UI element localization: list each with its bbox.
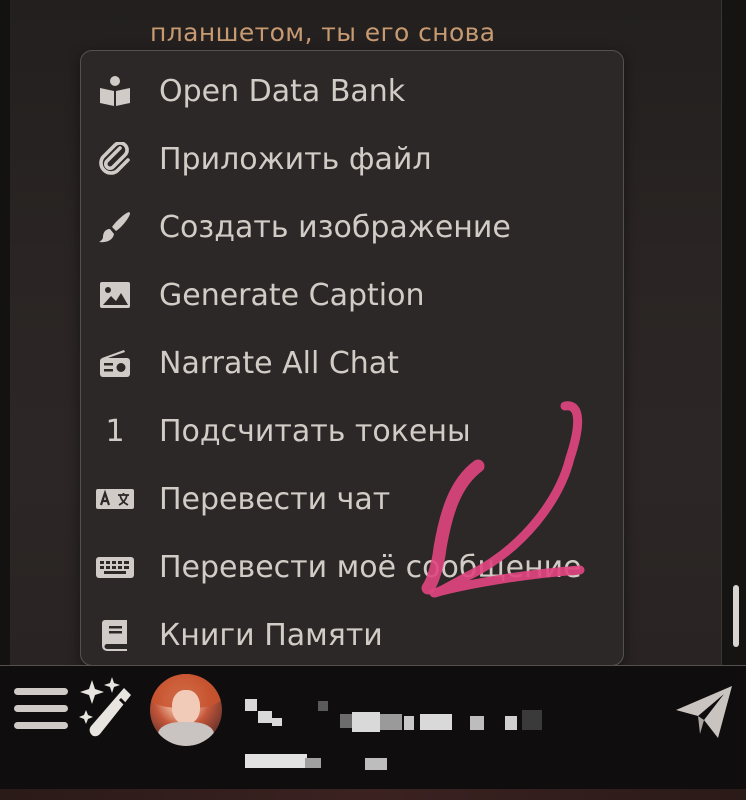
menu-item-open-data-bank[interactable]: Open Data Bank	[81, 61, 621, 121]
menu-item-label: Книги Памяти	[159, 617, 383, 653]
menu-item-label: Narrate All Chat	[159, 345, 399, 381]
app-screen: планшетом, ты его снова Open Data Bank П…	[0, 0, 746, 800]
image-icon	[95, 275, 135, 315]
book-icon	[95, 615, 135, 655]
menu-item-label: Приложить файл	[159, 141, 432, 177]
chat-left-border	[0, 0, 10, 665]
menu-item-create-image[interactable]: Создать изображение	[81, 197, 621, 257]
number-one-icon: 1	[105, 413, 125, 449]
magic-wand-icon[interactable]	[78, 676, 144, 742]
menu-item-translate-my-message[interactable]: Перевести моё сообщение	[81, 537, 621, 597]
radio-icon	[95, 343, 135, 383]
chat-message-text: планшетом, ты его снова	[150, 18, 496, 47]
bottom-edge	[0, 789, 746, 800]
menu-item-narrate-all-chat[interactable]: Narrate All Chat	[81, 333, 621, 393]
menu-item-label: Перевести моё сообщение	[159, 549, 582, 585]
data-bank-icon	[95, 71, 135, 111]
menu-item-label: Создать изображение	[159, 209, 511, 245]
character-avatar[interactable]	[150, 674, 222, 746]
menu-item-label: Перевести чат	[159, 481, 391, 517]
menu-item-label: Open Data Bank	[159, 73, 406, 109]
menu-item-label: Generate Caption	[159, 277, 425, 313]
paperclip-icon	[95, 139, 135, 179]
translate-icon	[95, 479, 135, 519]
input-bar	[0, 665, 746, 800]
menu-item-memory-books[interactable]: Книги Памяти	[81, 605, 621, 665]
extensions-menu: Open Data Bank Приложить файл Создать из…	[80, 50, 624, 666]
menu-item-label: Подсчитать токены	[159, 413, 471, 449]
hamburger-icon[interactable]	[14, 688, 68, 732]
send-icon[interactable]	[672, 680, 736, 744]
menu-item-generate-caption[interactable]: Generate Caption	[81, 265, 621, 325]
chat-scroll-track[interactable]	[721, 0, 746, 665]
menu-item-count-tokens[interactable]: 1 Подсчитать токены	[81, 401, 621, 461]
scrollbar-thumb[interactable]	[733, 585, 739, 647]
menu-item-attach-file[interactable]: Приложить файл	[81, 129, 621, 189]
keyboard-icon	[95, 547, 135, 587]
menu-item-translate-chat[interactable]: Перевести чат	[81, 469, 621, 529]
paintbrush-icon	[95, 207, 135, 247]
